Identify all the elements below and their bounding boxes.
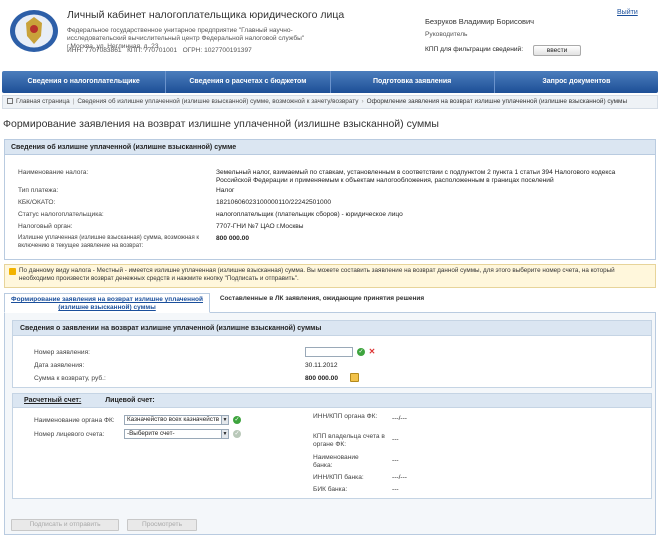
user-role: Руководитель bbox=[425, 31, 468, 38]
inn-fk-value: ---/--- bbox=[392, 415, 408, 422]
account-select[interactable]: -Выберите счет- ▼ bbox=[124, 429, 229, 439]
main-nav: Сведения о налогоплательщике Сведения о … bbox=[2, 71, 658, 93]
fk-select[interactable]: Казначейство всех казначейств ▼ bbox=[124, 415, 229, 425]
sign-and-send-button[interactable]: Подписать и отправить bbox=[11, 519, 119, 531]
bank-inn-value: ---/--- bbox=[392, 474, 408, 481]
application-heading: Сведения о заявлении на возврат излишне … bbox=[13, 321, 651, 336]
chevron-down-icon: ▼ bbox=[221, 416, 228, 424]
authority-value: 7707-ГНИ №7 ЦАО г.Москвы bbox=[216, 223, 304, 230]
breadcrumb-home[interactable]: Главная страница bbox=[16, 98, 70, 105]
bank-name-label: Наименование банка: bbox=[313, 454, 359, 469]
confirm-icon[interactable]: ✓ bbox=[357, 348, 365, 356]
fns-emblem-icon bbox=[10, 10, 58, 52]
breadcrumb-middle[interactable]: Сведения об излишне уплаченной (излишне … bbox=[77, 98, 358, 105]
kpp-filter-button[interactable]: ввести bbox=[533, 45, 581, 56]
notice-text: По данному виду налога - Местный - имеет… bbox=[19, 267, 615, 282]
app-date-value: 30.11.2012 bbox=[305, 362, 338, 369]
logout-link[interactable]: Выйти bbox=[617, 9, 638, 16]
app-sum-value: 800 000.00 bbox=[305, 375, 339, 382]
kpp-filter-label: КПП для фильтрации сведений: bbox=[425, 46, 524, 53]
overpayment-heading: Сведения об излишне уплаченной (излишне … bbox=[5, 140, 655, 155]
fk-select-value: Казначейство всех казначейств bbox=[127, 416, 220, 423]
kpp-owner-value: --- bbox=[392, 436, 399, 443]
org-ids: ИНН: 7707083861 КПП: 770701001 ОГРН: 102… bbox=[67, 47, 252, 54]
amount-value: 800 000.00 bbox=[216, 235, 250, 242]
app-number-label: Номер заявления: bbox=[34, 349, 90, 356]
kbk-value: 18210606023100000110/22242501000 bbox=[216, 199, 332, 206]
authority-label: Налоговый орган: bbox=[18, 223, 73, 230]
account-select-value: -Выберите счет- bbox=[127, 430, 175, 437]
app-number-input[interactable] bbox=[305, 347, 353, 357]
account-box: Расчетный счет: Лицевой счет: Наименовани… bbox=[12, 393, 652, 499]
amount-label: Излишне уплаченная (излишне взысканная) … bbox=[18, 235, 200, 249]
overpayment-info-box: Сведения об излишне уплаченной (излишне … bbox=[4, 139, 656, 260]
kpp-owner-label: КПП владельца счета в органе ФК: bbox=[313, 433, 385, 448]
breadcrumb: Главная страница | Сведения об излишне упл… bbox=[2, 95, 658, 109]
breadcrumb-separator: › bbox=[361, 98, 364, 105]
inn-fk-label: ИНН/КПП органа ФК: bbox=[313, 413, 378, 420]
warning-icon bbox=[9, 268, 16, 275]
account-number-label: Номер лицевого счета: bbox=[34, 431, 105, 438]
bik-value: --- bbox=[392, 486, 399, 493]
tab-settlement-account[interactable]: Расчетный счет: bbox=[24, 397, 81, 404]
tax-value: Земельный налог, взимаемый по ставкам, у… bbox=[216, 169, 616, 184]
fk-label: Наименование органа ФК: bbox=[34, 417, 115, 424]
nav-budget-settlements[interactable]: Сведения о расчетах с бюджетом bbox=[166, 71, 331, 93]
nav-request-documents[interactable]: Запрос документов bbox=[495, 71, 658, 93]
payment-type-label: Тип платежа: bbox=[18, 187, 59, 194]
status-label: Статус налогоплательщика: bbox=[18, 211, 104, 218]
tab-bar: Формирование заявления на возврат излишн… bbox=[4, 293, 656, 313]
breadcrumb-current: Оформление заявления на возврат излишне … bbox=[366, 98, 628, 105]
nav-prepare-application[interactable]: Подготовка заявления bbox=[331, 71, 495, 93]
confirm-account-icon[interactable]: ✓ bbox=[233, 430, 241, 438]
notice-banner: По данному виду налога - Местный - имеет… bbox=[4, 264, 656, 288]
tab-personal-account[interactable]: Лицевой счет: bbox=[105, 397, 154, 404]
kbk-label: КБК/ОКАТО: bbox=[18, 199, 56, 206]
app-date-label: Дата заявления: bbox=[34, 362, 85, 369]
page-title: Формирование заявления на возврат излишн… bbox=[3, 118, 439, 130]
header-title: Личный кабинет налогоплательщика юридиче… bbox=[67, 9, 345, 21]
bik-label: БИК банка: bbox=[313, 486, 348, 493]
payment-type-value: Налог bbox=[216, 187, 235, 194]
confirm-fk-icon[interactable]: ✓ bbox=[233, 416, 241, 424]
tax-label: Наименование налога: bbox=[18, 169, 89, 176]
status-value: налогоплательщик (плательщик сборов) - ю… bbox=[216, 211, 403, 218]
tab-pending-applications[interactable]: Составленные в ЛК заявления, ожидающие п… bbox=[216, 293, 428, 313]
org-name: Федеральное государственное унитарное пр… bbox=[67, 27, 305, 42]
account-heading: Расчетный счет: Лицевой счет: bbox=[13, 394, 651, 408]
edit-icon[interactable] bbox=[350, 373, 359, 382]
application-info-box: Сведения о заявлении на возврат излишне … bbox=[12, 320, 652, 388]
chevron-down-icon: ▼ bbox=[221, 430, 228, 438]
cancel-icon[interactable]: ✕ bbox=[368, 348, 376, 356]
home-icon bbox=[7, 98, 13, 104]
nav-taxpayer-info[interactable]: Сведения о налогоплательщике bbox=[2, 71, 167, 93]
user-name: Безруков Владимир Борисович bbox=[425, 17, 535, 26]
bank-name-value: --- bbox=[392, 457, 399, 464]
app-sum-label: Сумма к возврату, руб.: bbox=[34, 375, 106, 382]
bank-inn-label: ИНН/КПП банка: bbox=[313, 474, 364, 481]
tab-form-application[interactable]: Формирование заявления на возврат излишн… bbox=[4, 293, 210, 313]
breadcrumb-separator: | bbox=[72, 98, 75, 105]
preview-button[interactable]: Просмотреть bbox=[127, 519, 197, 531]
